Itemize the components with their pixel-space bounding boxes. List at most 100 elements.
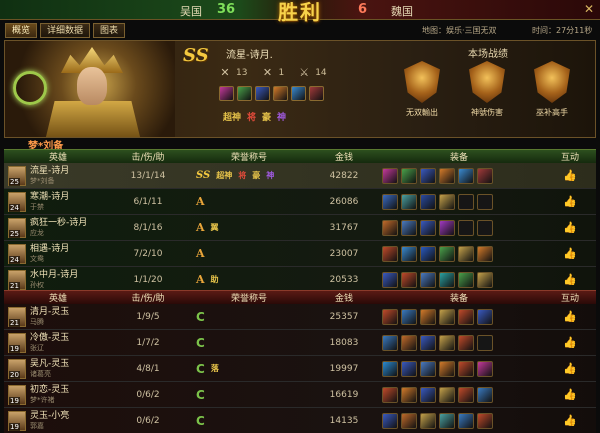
hero-avatar[interactable]: 19 bbox=[8, 332, 26, 353]
equipment-slot[interactable] bbox=[382, 271, 398, 288]
equipment-slot[interactable] bbox=[382, 245, 398, 262]
equipment-slot[interactable] bbox=[439, 245, 455, 262]
equipment-slot[interactable] bbox=[401, 219, 417, 236]
hero-avatar[interactable]: 25 bbox=[8, 165, 26, 186]
equipment-slot[interactable] bbox=[477, 193, 493, 210]
hero-avatar[interactable]: 25 bbox=[8, 217, 26, 238]
equipment-slot[interactable] bbox=[382, 334, 398, 351]
tab-details[interactable]: 详细数据 bbox=[40, 23, 91, 38]
equipment-slot[interactable] bbox=[458, 360, 474, 377]
equipment-slot[interactable] bbox=[420, 219, 436, 236]
equipment-slot[interactable] bbox=[477, 386, 493, 403]
equipment-slot[interactable] bbox=[401, 308, 417, 325]
hero-avatar[interactable]: 20 bbox=[8, 358, 26, 379]
equipment-slot[interactable] bbox=[219, 86, 234, 101]
like-icon[interactable]: 👍 bbox=[544, 221, 596, 234]
equipment-slot[interactable] bbox=[401, 271, 417, 288]
equipment-slot[interactable] bbox=[439, 308, 455, 325]
equipment-slot[interactable] bbox=[273, 86, 288, 101]
equipment-slot[interactable] bbox=[439, 386, 455, 403]
equipment-slot[interactable] bbox=[255, 86, 270, 101]
equipment-slot[interactable] bbox=[401, 193, 417, 210]
equipment-slot[interactable] bbox=[477, 167, 493, 184]
equipment-slot[interactable] bbox=[458, 271, 474, 288]
equipment-slot[interactable] bbox=[420, 245, 436, 262]
close-icon[interactable]: ✕ bbox=[582, 2, 596, 16]
table-row[interactable]: 19 冷傲-灵玉 张辽 1/7/2 C 18083 👍 bbox=[4, 330, 596, 356]
medal-1[interactable]: 无双輸出 bbox=[401, 61, 443, 118]
equipment-slot[interactable] bbox=[420, 334, 436, 351]
equipment-slot[interactable] bbox=[420, 360, 436, 377]
like-icon[interactable]: 👍 bbox=[544, 388, 596, 401]
hero-avatar[interactable]: 24 bbox=[8, 191, 26, 212]
equipment-slot[interactable] bbox=[458, 412, 474, 429]
equipment-slot[interactable] bbox=[458, 167, 474, 184]
equipment-slot[interactable] bbox=[309, 86, 324, 101]
equipment-slot[interactable] bbox=[477, 308, 493, 325]
equipment-slot[interactable] bbox=[420, 193, 436, 210]
equipment-slot[interactable] bbox=[382, 219, 398, 236]
equipment-slot[interactable] bbox=[382, 386, 398, 403]
equipment-slot[interactable] bbox=[382, 193, 398, 210]
table-row[interactable]: 21 清月-灵玉 马腾 1/9/5 C 25357 👍 bbox=[4, 304, 596, 330]
table-row[interactable]: 20 吴凡-灵玉 诸葛亮 4/8/1 C 落 19997 👍 bbox=[4, 356, 596, 382]
equipment-slot[interactable] bbox=[439, 271, 455, 288]
equipment-slot[interactable] bbox=[477, 245, 493, 262]
table-row[interactable]: 19 初恋-灵玉 梦*许褚 0/6/2 C 16619 👍 bbox=[4, 382, 596, 408]
equipment-slot[interactable] bbox=[458, 193, 474, 210]
like-icon[interactable]: 👍 bbox=[544, 169, 596, 182]
equipment-slot[interactable] bbox=[439, 167, 455, 184]
table-row[interactable]: 25 流星-诗月 梦*刘备 13/1/14 SS 超神将豪神 42822 👍 bbox=[4, 163, 596, 189]
equipment-slot[interactable] bbox=[439, 219, 455, 236]
equipment-slot[interactable] bbox=[401, 386, 417, 403]
equipment-slot[interactable] bbox=[458, 219, 474, 236]
equipment-slot[interactable] bbox=[382, 167, 398, 184]
equipment-slot[interactable] bbox=[291, 86, 306, 101]
equipment-slot[interactable] bbox=[439, 193, 455, 210]
table-row[interactable]: 19 灵玉-小亮 郭嘉 0/6/2 C 14135 👍 bbox=[4, 408, 596, 433]
like-icon[interactable]: 👍 bbox=[544, 414, 596, 427]
equipment-slot[interactable] bbox=[477, 271, 493, 288]
table-row[interactable]: 24 相遇-诗月 文鸯 7/2/10 A 23007 👍 bbox=[4, 241, 596, 267]
hero-avatar[interactable]: 21 bbox=[8, 269, 26, 290]
equipment-slot[interactable] bbox=[477, 360, 493, 377]
equipment-slot[interactable] bbox=[439, 360, 455, 377]
equipment-slot[interactable] bbox=[382, 412, 398, 429]
equipment-slot[interactable] bbox=[420, 412, 436, 429]
like-icon[interactable]: 👍 bbox=[544, 247, 596, 260]
equipment-slot[interactable] bbox=[401, 167, 417, 184]
like-icon[interactable]: 👍 bbox=[544, 310, 596, 323]
like-icon[interactable]: 👍 bbox=[544, 336, 596, 349]
table-row[interactable]: 25 疯狂一秒-诗月 应龙 8/1/16 A 翼 31767 👍 bbox=[4, 215, 596, 241]
equipment-slot[interactable] bbox=[420, 271, 436, 288]
equipment-slot[interactable] bbox=[420, 308, 436, 325]
equipment-slot[interactable] bbox=[439, 412, 455, 429]
equipment-slot[interactable] bbox=[382, 308, 398, 325]
equipment-slot[interactable] bbox=[458, 245, 474, 262]
equipment-slot[interactable] bbox=[477, 412, 493, 429]
equipment-slot[interactable] bbox=[382, 360, 398, 377]
equipment-slot[interactable] bbox=[458, 308, 474, 325]
like-icon[interactable]: 👍 bbox=[544, 362, 596, 375]
equipment-slot[interactable] bbox=[401, 334, 417, 351]
hero-avatar[interactable]: 19 bbox=[8, 410, 26, 431]
equipment-slot[interactable] bbox=[420, 167, 436, 184]
like-icon[interactable]: 👍 bbox=[544, 273, 596, 286]
medal-2[interactable]: 神號伤害 bbox=[466, 61, 508, 118]
equipment-slot[interactable] bbox=[477, 334, 493, 351]
tab-overview[interactable]: 概览 bbox=[5, 23, 38, 38]
medal-3[interactable]: 巫补高手 bbox=[531, 61, 573, 118]
tab-charts[interactable]: 图表 bbox=[93, 23, 126, 38]
equipment-slot[interactable] bbox=[477, 219, 493, 236]
like-icon[interactable]: 👍 bbox=[544, 195, 596, 208]
equipment-slot[interactable] bbox=[439, 334, 455, 351]
equipment-slot[interactable] bbox=[401, 360, 417, 377]
hero-avatar[interactable]: 19 bbox=[8, 384, 26, 405]
equipment-slot[interactable] bbox=[401, 245, 417, 262]
hero-avatar[interactable]: 21 bbox=[8, 306, 26, 327]
equipment-slot[interactable] bbox=[401, 412, 417, 429]
equipment-slot[interactable] bbox=[237, 86, 252, 101]
hero-avatar[interactable]: 24 bbox=[8, 243, 26, 264]
table-row[interactable]: 24 寒潮-诗月 于禁 6/1/11 A 26086 👍 bbox=[4, 189, 596, 215]
equipment-slot[interactable] bbox=[458, 386, 474, 403]
